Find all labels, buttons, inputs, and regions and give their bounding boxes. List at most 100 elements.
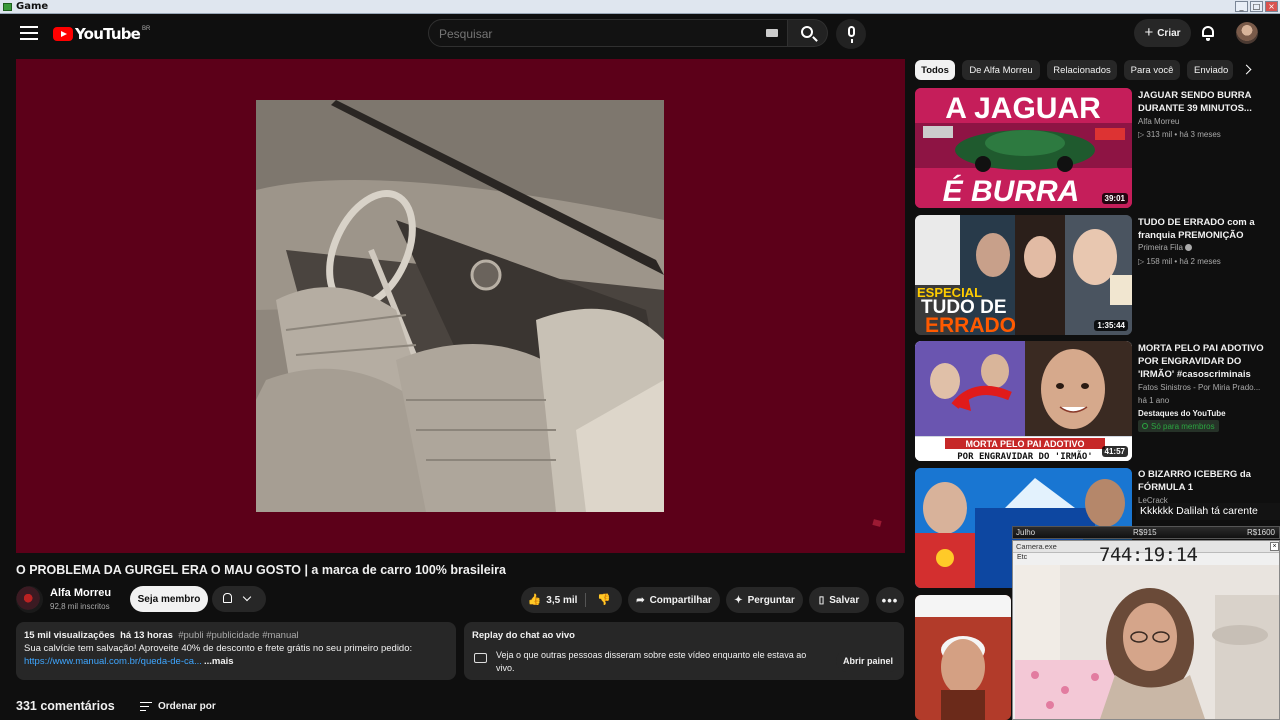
account-avatar[interactable]: [1236, 22, 1258, 44]
sort-button[interactable]: Ordenar por: [140, 698, 216, 714]
search-input[interactable]: [439, 26, 739, 42]
ask-label: Perguntar: [747, 594, 795, 606]
chat-replay-description: Veja o que outras pessoas disseram sobre…: [496, 650, 807, 673]
search-icon: [801, 26, 813, 38]
microphone-icon: [848, 26, 855, 43]
rec-3-thumb-bottom: POR ENGRAVIDAR DO 'IRMÃO': [957, 451, 1092, 461]
window-title: Game: [16, 1, 49, 12]
members-icon: [1142, 423, 1148, 429]
rec-thumbnail-5[interactable]: [915, 595, 1011, 720]
rec-4-title[interactable]: O BIZARRO ICEBERG da FÓRMULA 1: [1138, 468, 1264, 494]
ask-button[interactable]: ✦ Perguntar: [726, 587, 803, 613]
rec-3-age: há 1 ano: [1138, 396, 1170, 405]
bookmark-icon: ▯: [818, 594, 825, 606]
like-count: 3,5 mil: [546, 594, 578, 606]
create-label: Criar: [1157, 27, 1181, 39]
rec-1-title[interactable]: JAGUAR SENDO BURRA DURANTE 39 MINUTOS...: [1138, 89, 1264, 115]
menu-icon[interactable]: [20, 26, 38, 40]
open-panel-button[interactable]: Abrir painel: [836, 650, 900, 672]
rec-1-channel[interactable]: Alfa Morreu: [1138, 117, 1179, 126]
rec-1-stats: ▷ 313 mil • há 3 meses: [1138, 130, 1221, 139]
chat-replay-title: Replay do chat ao vivo: [472, 630, 575, 641]
channel-name[interactable]: Alfa Morreu: [50, 587, 111, 599]
rec-thumbnail-3[interactable]: MORTA PELO PAI ADOTIVO POR ENGRAVIDAR DO…: [915, 341, 1132, 461]
hashtags[interactable]: #publi #publicidade #manual: [178, 630, 298, 641]
chip-from-channel[interactable]: De Alfa Morreu: [962, 60, 1040, 80]
save-button[interactable]: ▯ Salvar: [809, 587, 869, 613]
rec-3-duration: 41:57: [1101, 446, 1128, 457]
rec-2-age: há 2 meses: [1179, 257, 1221, 266]
rec-2-stats: ▷ 158 mil • há 2 meses: [1138, 257, 1221, 266]
rec-2-channel: Primeira Fila: [1138, 243, 1183, 252]
rec-1-views: 313 mil: [1146, 130, 1173, 139]
car-interior-photo: [256, 100, 664, 512]
share-label: Compartilhar: [649, 594, 712, 606]
logo-region: BR: [142, 26, 151, 32]
more-actions-button[interactable]: •••: [876, 587, 904, 613]
maximize-icon[interactable]: □: [1250, 1, 1263, 12]
rec-thumbnail-2-art: ESPECIAL TUDO DE ERRADO: [915, 215, 1132, 335]
rec-thumbnail-1[interactable]: A JAGUAR É BURRA 39:01: [915, 88, 1132, 208]
voice-search-button[interactable]: [836, 19, 866, 49]
chip-all[interactable]: Todos: [915, 60, 955, 80]
rec-3-title[interactable]: MORTA PELO PAI ADOTIVO POR ENGRAVIDAR DO…: [1138, 342, 1264, 381]
description-box[interactable]: 15 mil visualizações há 13 horas #publi …: [16, 622, 456, 680]
stream-timer: 744:19:14: [1099, 544, 1198, 566]
chip-related[interactable]: Relacionados: [1047, 60, 1117, 80]
share-button[interactable]: ➦ Compartilhar: [628, 587, 720, 613]
rec-thumbnail-5-art: [915, 595, 1011, 720]
dislike-button[interactable]: 👎: [586, 587, 622, 613]
close-icon[interactable]: ×: [1265, 1, 1278, 12]
rec-thumbnail-1-art: A JAGUAR É BURRA: [915, 88, 1132, 208]
rec-1-age: há 3 meses: [1179, 130, 1221, 139]
youtube-play-icon: [53, 27, 73, 41]
rec-2-thumb-bottom: ERRADO: [925, 314, 1016, 335]
description-stats: 15 mil visualizações há 13 horas #publi …: [24, 630, 299, 641]
upload-time: há 13 horas: [120, 630, 173, 641]
rec-3-channel[interactable]: Fatos Sinistros - Por Miria Prado...: [1138, 383, 1276, 392]
rec-3-thumb-top: MORTA PELO PAI ADOTIVO: [966, 439, 1085, 449]
subscribed-button[interactable]: [212, 586, 266, 612]
rec-thumbnail-2[interactable]: ESPECIAL TUDO DE ERRADO 1:35:44: [915, 215, 1132, 335]
stream-value-1: R$915: [1133, 528, 1157, 537]
channel-avatar[interactable]: [16, 586, 43, 613]
sort-icon: [140, 701, 152, 711]
close-icon[interactable]: ×: [1270, 542, 1279, 551]
create-button[interactable]: + Criar: [1134, 19, 1191, 47]
rec-thumbnail-3-art: MORTA PELO PAI ADOTIVO POR ENGRAVIDAR DO…: [915, 341, 1132, 461]
rec-2-title[interactable]: TUDO DE ERRADO com a franquia PREMONIÇÃO: [1138, 216, 1264, 242]
channel-subscribers: 92,8 mil inscritos: [50, 602, 110, 611]
video-frame: [256, 100, 664, 512]
camera-menu[interactable]: Etc: [1017, 554, 1027, 561]
chat-replay-box: Replay do chat ao vivo Veja o que outras…: [464, 622, 904, 680]
stream-user: Julho: [1016, 528, 1036, 537]
camera-window[interactable]: Camera.exe × Etc 744:19:14: [1012, 540, 1280, 720]
show-more-button[interactable]: ...mais: [204, 656, 234, 667]
os-titlebar: Game _ □ ×: [0, 0, 1280, 14]
description-text: Sua calvície tem salvação! Aproveite 40%…: [24, 643, 413, 654]
like-button[interactable]: 👍 3,5 mil: [521, 587, 584, 613]
rec-2-channel-row[interactable]: Primeira Fila: [1138, 243, 1192, 252]
chevron-right-icon[interactable]: [1238, 60, 1258, 80]
window-controls: _ □ ×: [1235, 1, 1278, 12]
view-count: 15 mil visualizações: [24, 630, 115, 641]
notifications-bell-icon[interactable]: [1200, 24, 1216, 42]
more-icon: •••: [881, 592, 899, 608]
video-player[interactable]: [16, 59, 905, 553]
chip-uploaded[interactable]: Enviado: [1187, 60, 1233, 80]
yt-header: YouTube BR + Criar: [0, 14, 1280, 54]
chip-for-you[interactable]: Para você: [1124, 60, 1180, 80]
youtube-logo[interactable]: YouTube BR: [53, 25, 150, 43]
stream-chat-message: Kkkkkk Dalilah tá carente: [1136, 503, 1280, 520]
search-button[interactable]: [788, 19, 828, 47]
sparkle-icon: ✦: [734, 594, 743, 606]
join-button[interactable]: Seja membro: [130, 586, 208, 612]
description-link[interactable]: https://www.manual.com.br/queda-de-ca...: [24, 656, 202, 667]
minimize-icon[interactable]: _: [1235, 1, 1248, 12]
app-icon: [3, 3, 12, 11]
logo-text: YouTube: [75, 25, 141, 43]
camera-title: Camera.exe: [1016, 542, 1057, 551]
mouse-cursor: [872, 519, 882, 527]
rec-2-views: 158 mil: [1146, 257, 1173, 266]
keyboard-icon[interactable]: [766, 29, 778, 37]
